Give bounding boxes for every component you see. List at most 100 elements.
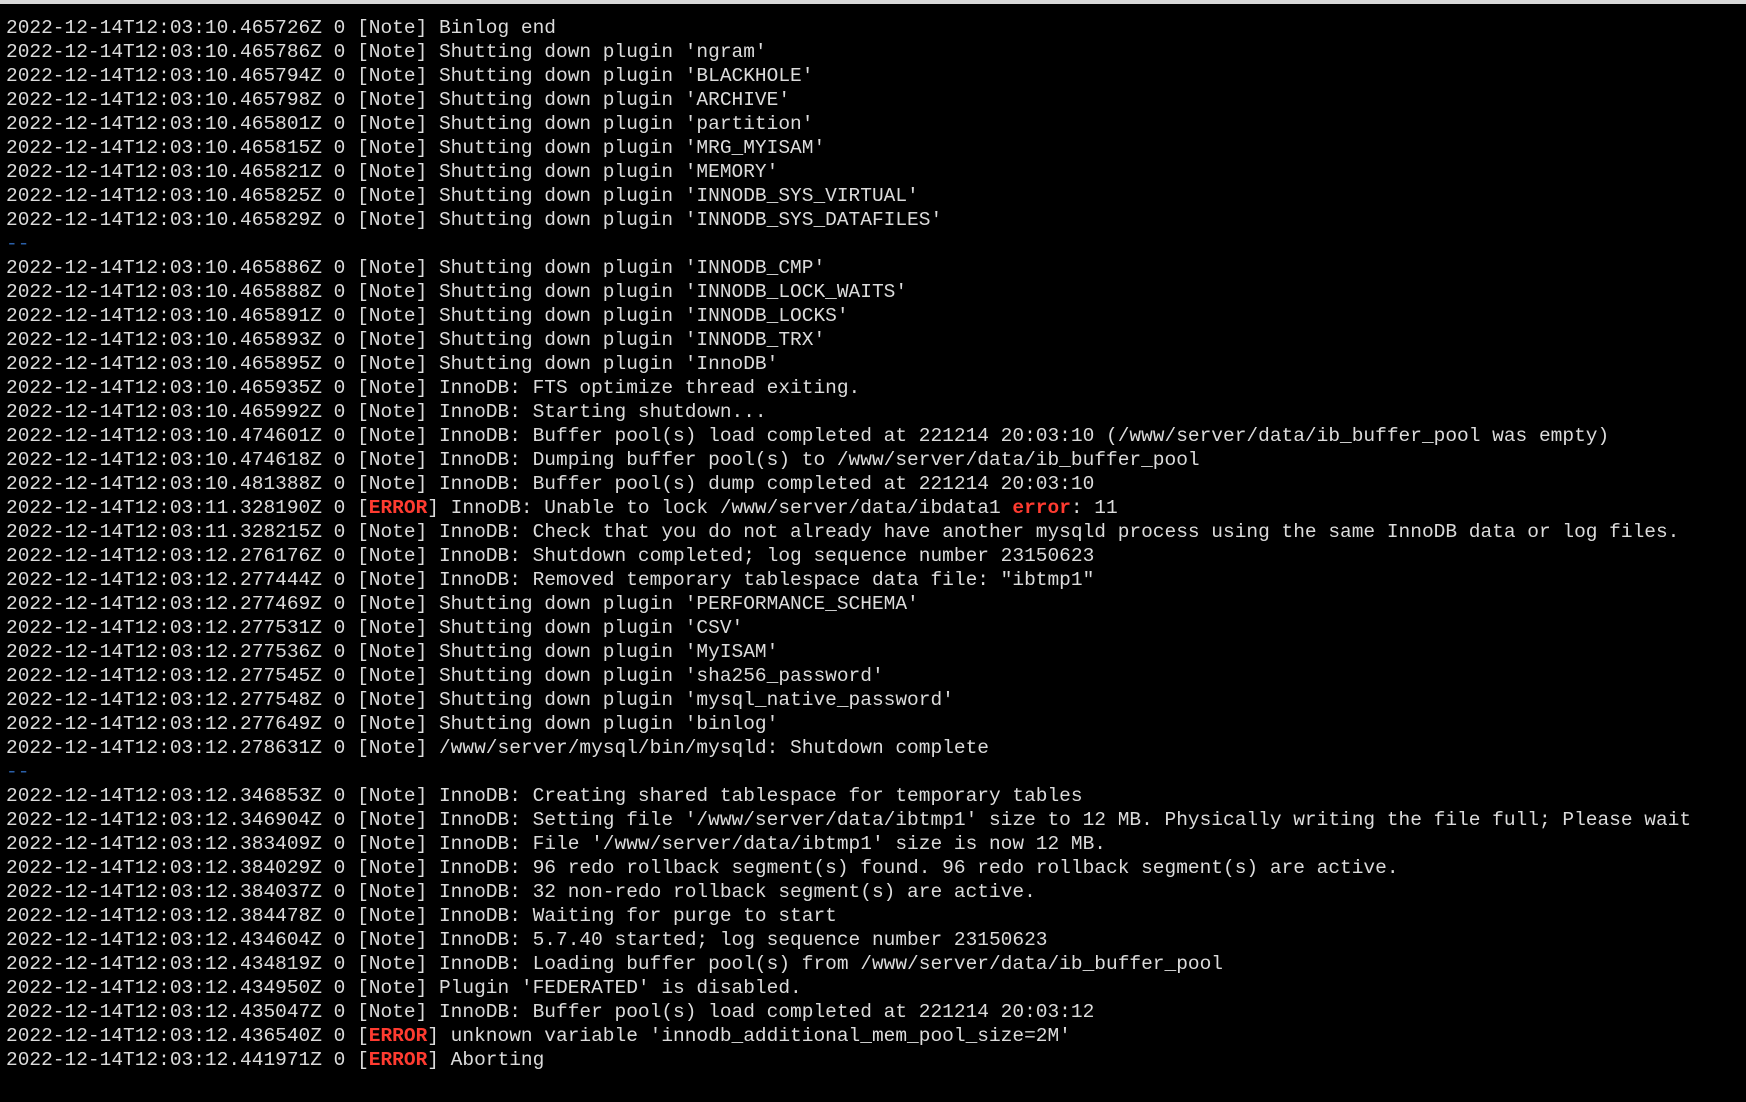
log-level-note: Note [368,521,416,543]
log-message: unknown variable 'innodb_additional_mem_… [438,1025,1071,1047]
log-line: 2022-12-14T12:03:10.465888Z 0 [Note] Shu… [6,281,908,303]
log-message: Shutting down plugin 'MyISAM' [427,641,779,663]
log-level-note: Note [368,65,416,87]
log-line: 2022-12-14T12:03:12.436540Z 0 [ERROR] un… [6,1025,1071,1047]
log-line: 2022-12-14T12:03:12.383409Z 0 [Note] Inn… [6,833,1106,855]
log-line: 2022-12-14T12:03:12.384037Z 0 [Note] Inn… [6,881,1036,903]
log-level-note: Note [368,737,416,759]
log-message: Shutting down plugin 'MEMORY' [427,161,779,183]
log-message: InnoDB: FTS optimize thread exiting. [427,377,861,399]
log-line: 2022-12-14T12:03:10.465825Z 0 [Note] Shu… [6,185,919,207]
log-level-note: Note [368,137,416,159]
log-line: 2022-12-14T12:03:10.465798Z 0 [Note] Shu… [6,89,791,111]
log-level-note: Note [368,17,416,39]
log-message: InnoDB: Setting file '/www/server/data/i… [427,809,1692,831]
log-timestamp: 2022-12-14T12:03:12.434604Z 0 [6,929,358,951]
log-level-note: Note [368,689,416,711]
log-line: 2022-12-14T12:03:12.277649Z 0 [Note] Shu… [6,713,779,735]
log-level-note: Note [368,881,416,903]
log-timestamp: 2022-12-14T12:03:10.465888Z 0 [6,281,358,303]
log-message: /www/server/mysql/bin/mysqld: Shutdown c… [427,737,989,759]
log-timestamp: 2022-12-14T12:03:10.465794Z 0 [6,65,358,87]
log-line: 2022-12-14T12:03:12.435047Z 0 [Note] Inn… [6,1001,1095,1023]
log-level-note: Note [368,305,416,327]
log-line: 2022-12-14T12:03:12.277545Z 0 [Note] Shu… [6,665,884,687]
log-level-note: Note [368,473,416,495]
log-line: 2022-12-14T12:03:12.346853Z 0 [Note] Inn… [6,785,1083,807]
log-timestamp: 2022-12-14T12:03:10.465801Z 0 [6,113,358,135]
log-timestamp: 2022-12-14T12:03:12.277545Z 0 [6,665,358,687]
log-message: InnoDB: Shutdown completed; log sequence… [427,545,1095,567]
log-level-note: Note [368,665,416,687]
log-timestamp: 2022-12-14T12:03:12.277469Z 0 [6,593,358,615]
log-timestamp: 2022-12-14T12:03:12.441971Z 0 [6,1049,358,1071]
log-separator: -- [6,760,1691,784]
log-line: 2022-12-14T12:03:12.277548Z 0 [Note] Shu… [6,689,954,711]
log-message: InnoDB: Buffer pool(s) load completed at… [427,425,1610,447]
log-line: 2022-12-14T12:03:10.481388Z 0 [Note] Inn… [6,473,1095,495]
log-message: InnoDB: Starting shutdown... [427,401,767,423]
log-line: 2022-12-14T12:03:11.328215Z 0 [Note] Inn… [6,521,1680,543]
log-message: Shutting down plugin 'MRG_MYISAM' [427,137,826,159]
log-message-tail: : 11 [1070,497,1118,519]
log-level-note: Note [368,281,416,303]
log-level-note: Note [368,617,416,639]
log-timestamp: 2022-12-14T12:03:12.277649Z 0 [6,713,358,735]
log-timestamp: 2022-12-14T12:03:12.435047Z 0 [6,1001,358,1023]
log-line: 2022-12-14T12:03:12.277531Z 0 [Note] Shu… [6,617,744,639]
log-level-note: Note [368,785,416,807]
log-timestamp: 2022-12-14T12:03:10.465992Z 0 [6,401,358,423]
log-output[interactable]: 2022-12-14T12:03:10.465726Z 0 [Note] Bin… [6,16,1691,1072]
log-line: 2022-12-14T12:03:10.465893Z 0 [Note] Shu… [6,329,826,351]
log-message: InnoDB: 96 redo rollback segment(s) foun… [427,857,1399,879]
log-message: InnoDB: Loading buffer pool(s) from /www… [427,953,1224,975]
log-timestamp: 2022-12-14T12:03:10.465829Z 0 [6,209,358,231]
log-line: 2022-12-14T12:03:10.474618Z 0 [Note] Inn… [6,449,1200,471]
window-top-border [0,0,1746,4]
log-message: Shutting down plugin 'INNODB_LOCKS' [427,305,849,327]
log-level-note: Note [368,905,416,927]
log-timestamp: 2022-12-14T12:03:10.474601Z 0 [6,425,358,447]
log-message: Shutting down plugin 'binlog' [427,713,779,735]
log-level-note: Note [368,593,416,615]
log-timestamp: 2022-12-14T12:03:12.384037Z 0 [6,881,358,903]
log-level-note: Note [368,89,416,111]
log-line: 2022-12-14T12:03:12.346904Z 0 [Note] Inn… [6,809,1692,831]
log-message: Shutting down plugin 'INNODB_CMP' [427,257,826,279]
log-line: 2022-12-14T12:03:10.465891Z 0 [Note] Shu… [6,305,849,327]
log-line: 2022-12-14T12:03:12.277469Z 0 [Note] Shu… [6,593,919,615]
log-timestamp: 2022-12-14T12:03:11.328190Z 0 [6,497,358,519]
log-level-note: Note [368,329,416,351]
log-message: InnoDB: Waiting for purge to start [427,905,837,927]
terminal-window[interactable]: 2022-12-14T12:03:10.465726Z 0 [Note] Bin… [0,0,1746,1102]
log-message: InnoDB: Creating shared tablespace for t… [427,785,1083,807]
log-timestamp: 2022-12-14T12:03:10.465726Z 0 [6,17,358,39]
log-message: InnoDB: 32 non-redo rollback segment(s) … [427,881,1036,903]
log-message: Shutting down plugin 'sha256_password' [427,665,884,687]
log-message: Shutting down plugin 'ngram' [427,41,767,63]
log-level-note: Note [368,257,416,279]
log-level-note: Note [368,569,416,591]
log-line: 2022-12-14T12:03:10.465895Z 0 [Note] Shu… [6,353,779,375]
log-message: Shutting down plugin 'ARCHIVE' [427,89,791,111]
log-message: InnoDB: File '/www/server/data/ibtmp1' s… [427,833,1106,855]
log-level-note: Note [368,113,416,135]
log-line: 2022-12-14T12:03:12.434950Z 0 [Note] Plu… [6,977,802,999]
log-level-note: Note [368,401,416,423]
log-line: 2022-12-14T12:03:10.465726Z 0 [Note] Bin… [6,17,557,39]
log-message: InnoDB: Unable to lock /www/server/data/… [438,497,1013,519]
log-line: 2022-12-14T12:03:10.465992Z 0 [Note] Inn… [6,401,767,423]
log-line: 2022-12-14T12:03:10.474601Z 0 [Note] Inn… [6,425,1610,447]
log-timestamp: 2022-12-14T12:03:12.277444Z 0 [6,569,358,591]
log-timestamp: 2022-12-14T12:03:10.481388Z 0 [6,473,358,495]
log-line: 2022-12-14T12:03:12.384478Z 0 [Note] Inn… [6,905,837,927]
log-message: Binlog end [427,17,557,39]
log-timestamp: 2022-12-14T12:03:12.436540Z 0 [6,1025,358,1047]
log-separator: -- [6,232,1691,256]
log-line: 2022-12-14T12:03:12.434604Z 0 [Note] Inn… [6,929,1048,951]
log-line: 2022-12-14T12:03:10.465794Z 0 [Note] Shu… [6,65,814,87]
log-message: Shutting down plugin 'INNODB_TRX' [427,329,826,351]
log-line: 2022-12-14T12:03:10.465786Z 0 [Note] Shu… [6,41,767,63]
log-level-note: Note [368,857,416,879]
log-message: InnoDB: Check that you do not already ha… [427,521,1680,543]
